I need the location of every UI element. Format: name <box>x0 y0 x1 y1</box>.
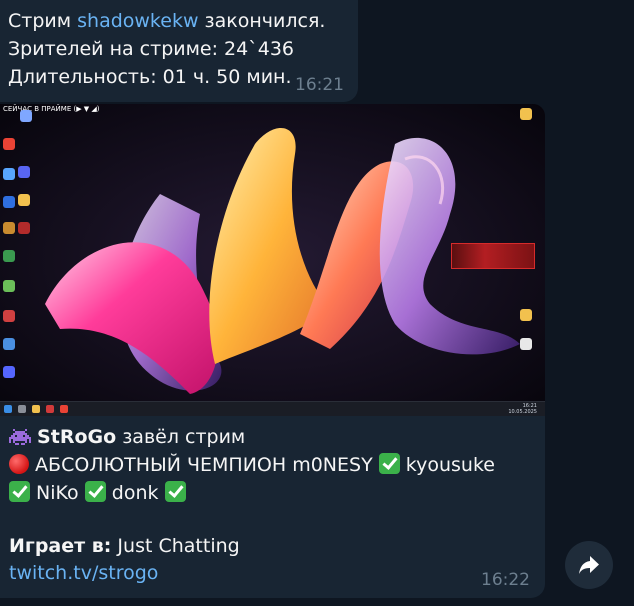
stream-link[interactable]: twitch.tv/strogo <box>9 560 158 587</box>
file-icon <box>520 338 532 350</box>
stream-title-part: АБСОЛЮТНЫЙ ЧЕМПИОН m0NESY <box>29 454 379 476</box>
desktop-app-icon <box>20 110 32 122</box>
app-icon <box>3 366 15 378</box>
channel-link[interactable]: shadowkekw <box>77 10 198 32</box>
explorer-icon <box>32 405 40 413</box>
red-circle-icon <box>9 454 29 474</box>
steam-icon <box>3 168 15 180</box>
app-icon <box>3 310 15 322</box>
game-label: Играет в: <box>9 535 112 557</box>
taskbar-clock: 16:21 10.05.2025 <box>508 403 537 415</box>
check-mark-icon <box>84 481 106 502</box>
app-icon <box>3 280 15 292</box>
stream-ended-suffix: закончился. <box>198 10 326 32</box>
stream-duration: Длительность: 01 ч. 50 мин. <box>8 66 292 88</box>
check-mark-icon <box>378 453 400 474</box>
folder-icon <box>520 108 532 120</box>
folder-icon <box>18 194 30 206</box>
stream-preview-image[interactable]: СЕЙЧАС В ПРАЙМЕ (▶ ▼ ◢) 16:21 10.05.2025 <box>0 104 545 416</box>
discord-icon <box>18 166 30 178</box>
search-icon <box>18 405 26 413</box>
app-icon <box>3 250 15 262</box>
streamer-started-line: StRoGo завёл стрим <box>9 424 245 451</box>
app-icon <box>46 405 54 413</box>
stream-ended-prefix: Стрим <box>8 10 78 32</box>
app-icon <box>3 222 15 234</box>
message-time: 16:22 <box>481 570 530 590</box>
started-text: завёл стрим <box>116 426 246 448</box>
share-button[interactable] <box>565 541 613 589</box>
alien-monster-icon <box>9 429 31 445</box>
folder-icon <box>520 309 532 321</box>
stream-title-line-1: АБСОЛЮТНЫЙ ЧЕМПИОН m0NESY kyousuke <box>9 452 495 479</box>
app-icon <box>3 196 15 208</box>
app-icon <box>3 338 15 350</box>
taskbar: 16:21 10.05.2025 <box>0 401 545 416</box>
stream-title-part: kyousuke <box>399 454 495 476</box>
stream-title-line-2: NiKo donk <box>9 480 186 507</box>
start-icon <box>4 405 12 413</box>
game-name: Just Chatting <box>111 535 240 557</box>
message-time: 16:21 <box>295 75 344 95</box>
message-bubble-stream-ended: Стрим shadowkekw закончился. Зрителей на… <box>0 0 358 102</box>
chrome-icon <box>60 405 68 413</box>
stream-title-part: donk <box>105 482 165 504</box>
preview-overlay-text: СЕЙЧАС В ПРАЙМЕ (▶ ▼ ◢) <box>3 105 100 113</box>
stream-title-part: NiKo <box>30 482 85 504</box>
check-mark-icon <box>9 481 30 502</box>
streamer-name: StRoGo <box>37 426 117 448</box>
stream-ended-line: Стрим shadowkekw закончился. <box>8 9 325 33</box>
game-line: Играет в: Just Chatting <box>9 533 240 560</box>
check-mark-icon <box>164 481 186 502</box>
chrome-icon <box>3 138 15 150</box>
share-arrow-icon <box>579 556 599 574</box>
message-bubble-stream-started: СЕЙЧАС В ПРАЙМЕ (▶ ▼ ◢) 16:2110.05.2025 <box>0 104 545 598</box>
banner-image <box>451 243 535 269</box>
app-icon <box>18 222 30 234</box>
viewers-count: Зрителей на стриме: 24`436 <box>8 38 295 60</box>
